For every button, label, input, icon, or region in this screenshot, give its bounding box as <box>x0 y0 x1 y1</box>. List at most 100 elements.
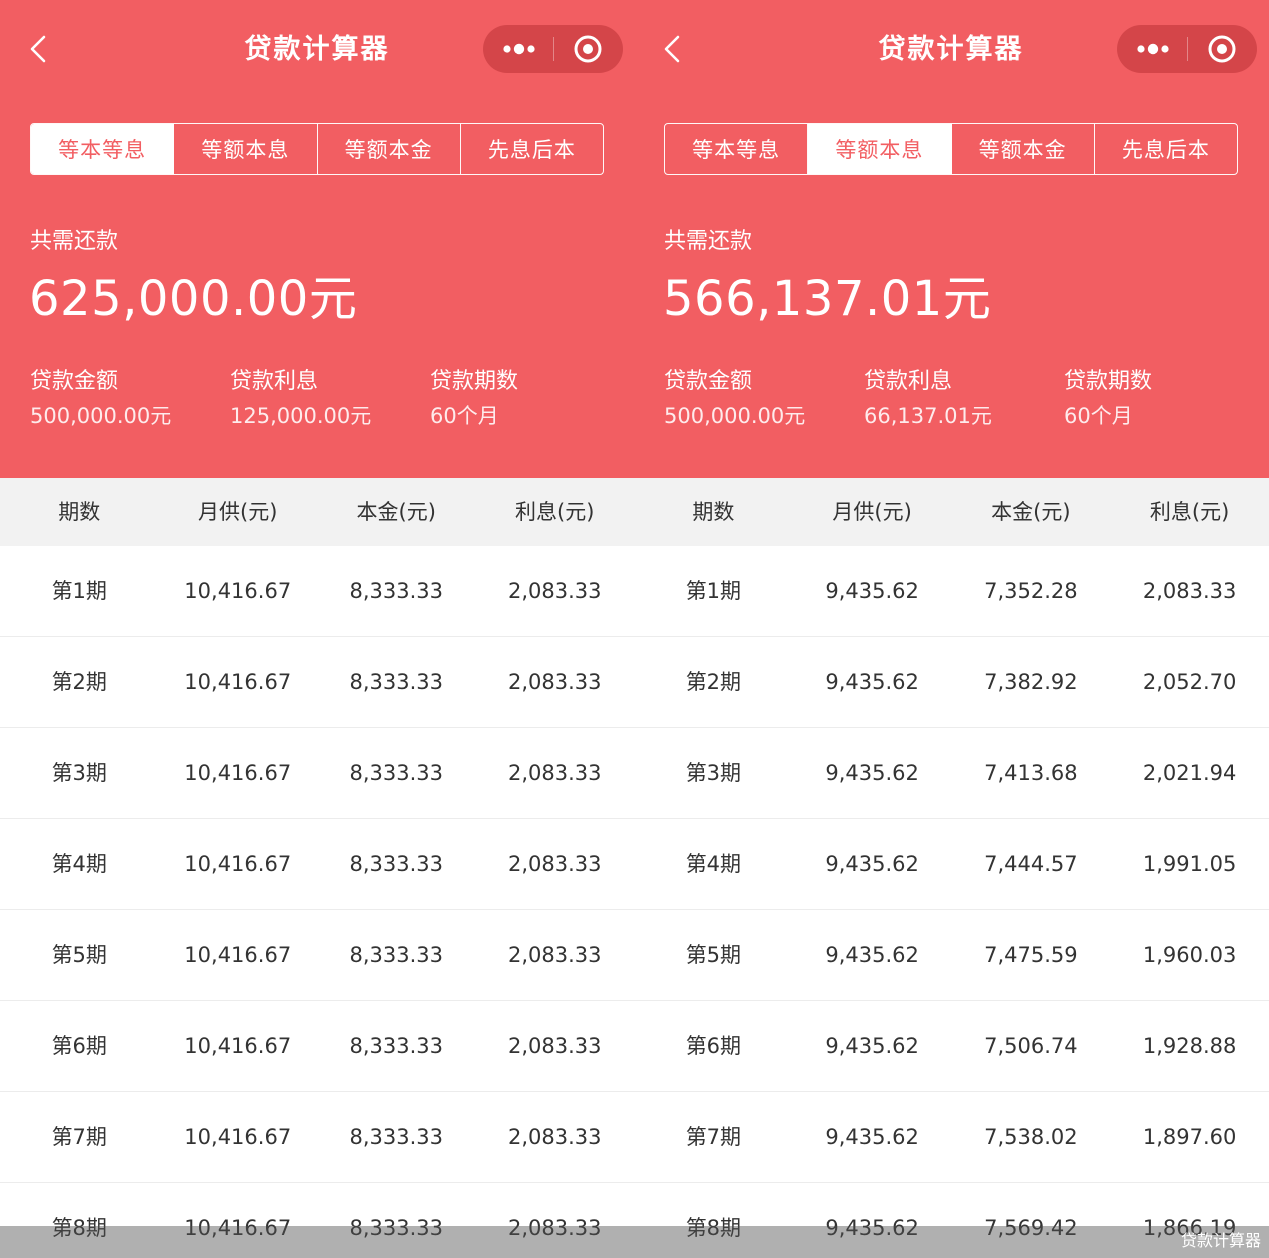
cell-interest: 1,960.03 <box>1142 943 1237 967</box>
loan-amount-label: 贷款金额 <box>30 369 119 394</box>
target-close-icon <box>1208 35 1236 63</box>
cell-period: 第3期 <box>51 761 107 785</box>
watermark-bar <box>0 1226 1269 1258</box>
tab-equal-installment[interactable]: 等额本息 <box>808 124 952 174</box>
cell-interest: 1,991.05 <box>1142 852 1237 876</box>
loan-amount-stat: 贷款金额 500,000.00元 <box>30 366 171 432</box>
summary-header: 贷款计算器 等本等息 <box>634 0 1269 478</box>
watermark-text: 贷款计算器 <box>1180 1231 1261 1250</box>
loan-interest-stat: 贷款利息 125,000.00元 <box>230 366 371 432</box>
mini-program-capsule <box>483 25 623 73</box>
schedule-table-body: 第1期 10,416.67 8,333.33 2,083.33 第2期 10,4… <box>0 546 634 1258</box>
close-button[interactable] <box>1188 25 1257 73</box>
cell-monthly-payment: 9,435.62 <box>825 670 919 694</box>
cell-monthly-payment: 10,416.67 <box>184 1034 292 1058</box>
cell-interest: 2,083.33 <box>507 670 602 694</box>
cell-period: 第6期 <box>685 1034 742 1058</box>
total-repayment-label: 共需还款 <box>664 229 753 254</box>
cell-monthly-payment: 10,416.67 <box>184 852 292 876</box>
cell-interest: 2,021.94 <box>1142 761 1237 785</box>
cell-interest: 2,083.33 <box>1142 579 1237 603</box>
cell-interest: 2,083.33 <box>507 761 602 785</box>
cell-period: 第5期 <box>51 943 107 967</box>
cell-principal: 8,333.33 <box>349 943 443 967</box>
cell-principal: 7,506.74 <box>984 1034 1078 1058</box>
table-row: 第7期 10,416.67 8,333.33 2,083.33 <box>0 1092 634 1183</box>
loan-interest-label: 贷款利息 <box>864 369 953 394</box>
cell-monthly-payment: 9,435.62 <box>825 579 919 603</box>
loan-interest-value: 66,137.01元 <box>864 404 992 428</box>
cell-period: 第3期 <box>685 761 742 785</box>
cell-monthly-payment: 10,416.67 <box>184 943 292 967</box>
cell-monthly-payment: 9,435.62 <box>825 852 919 876</box>
tab-equal-principal[interactable]: 等额本金 <box>318 124 461 174</box>
tab-equal-installment[interactable]: 等额本息 <box>174 124 318 174</box>
loan-term-stat: 贷款期数 60个月 <box>430 366 518 432</box>
cell-interest: 2,083.33 <box>507 943 602 967</box>
repayment-method-tabs: 等本等息 等额本息 等额本金 先息后本 <box>664 123 1238 175</box>
cell-period: 第4期 <box>51 852 107 876</box>
tab-equal-principal-interest[interactable]: 等本等息 <box>31 124 175 174</box>
table-row: 第5期 9,435.62 7,475.59 1,960.03 <box>634 910 1269 1001</box>
cell-interest: 2,083.33 <box>507 852 602 876</box>
loan-amount-value: 500,000.00元 <box>30 404 172 428</box>
loan-term-value: 60个月 <box>1064 404 1133 428</box>
repayment-method-tabs: 等本等息 等额本息 等额本金 先息后本 <box>30 123 604 175</box>
tab-interest-first[interactable]: 先息后本 <box>461 124 603 174</box>
cell-interest: 2,052.70 <box>1142 670 1237 694</box>
close-button[interactable] <box>554 25 623 73</box>
cell-period: 第7期 <box>51 1125 107 1149</box>
cell-period: 第7期 <box>685 1125 742 1149</box>
tab-interest-first[interactable]: 先息后本 <box>1095 124 1237 174</box>
loan-interest-label: 贷款利息 <box>230 369 319 394</box>
table-row: 第4期 9,435.62 7,444.57 1,991.05 <box>634 819 1269 910</box>
tab-equal-principal[interactable]: 等额本金 <box>952 124 1095 174</box>
target-close-icon <box>574 35 602 63</box>
cell-monthly-payment: 9,435.62 <box>825 943 919 967</box>
cell-interest: 2,083.33 <box>507 579 602 603</box>
cell-interest: 2,083.33 <box>507 1034 602 1058</box>
column-header-principal: 本金(元) <box>991 500 1071 524</box>
table-row: 第1期 10,416.67 8,333.33 2,083.33 <box>0 546 634 637</box>
cell-principal: 7,352.28 <box>984 579 1078 603</box>
cell-principal: 8,333.33 <box>349 761 443 785</box>
more-button[interactable] <box>483 25 553 73</box>
cell-period: 第6期 <box>51 1034 107 1058</box>
tab-equal-principal-interest[interactable]: 等本等息 <box>665 124 809 174</box>
cell-monthly-payment: 9,435.62 <box>825 1034 919 1058</box>
more-button[interactable] <box>1117 25 1187 73</box>
calculator-panel: 贷款计算器 等本等息 <box>0 0 634 1258</box>
cell-interest: 1,928.88 <box>1142 1034 1237 1058</box>
cell-principal: 8,333.33 <box>349 579 443 603</box>
column-header-principal: 本金(元) <box>356 500 436 524</box>
column-header-period: 期数 <box>58 500 101 524</box>
loan-term-value: 60个月 <box>430 404 499 428</box>
mini-program-capsule <box>1117 25 1257 73</box>
total-repayment-label: 共需还款 <box>30 229 119 254</box>
total-repayment-amount: 625,000.00元 <box>29 271 358 327</box>
cell-principal: 7,444.57 <box>984 852 1078 876</box>
cell-principal: 7,475.59 <box>984 943 1078 967</box>
loan-amount-label: 贷款金额 <box>664 369 753 394</box>
cell-interest: 2,083.33 <box>507 1125 602 1149</box>
loan-amount-stat: 贷款金额 500,000.00元 <box>664 366 805 432</box>
table-row: 第7期 9,435.62 7,538.02 1,897.60 <box>634 1092 1269 1183</box>
cell-monthly-payment: 10,416.67 <box>184 579 292 603</box>
cell-period: 第4期 <box>685 852 742 876</box>
loan-term-label: 贷款期数 <box>430 369 519 394</box>
column-header-monthly-payment: 月供(元) <box>198 500 278 524</box>
summary-header: 贷款计算器 等本等息 <box>0 0 634 478</box>
cell-principal: 7,413.68 <box>984 761 1078 785</box>
cell-principal: 8,333.33 <box>349 1034 443 1058</box>
calculator-panel: 贷款计算器 等本等息 <box>634 0 1269 1258</box>
table-row: 第4期 10,416.67 8,333.33 2,083.33 <box>0 819 634 910</box>
cell-period: 第1期 <box>51 579 107 603</box>
schedule-table-body: 第1期 9,435.62 7,352.28 2,083.33 第2期 9,435… <box>634 546 1269 1258</box>
loan-amount-value: 500,000.00元 <box>664 404 806 428</box>
table-row: 第3期 10,416.67 8,333.33 2,083.33 <box>0 728 634 819</box>
table-row: 第5期 10,416.67 8,333.33 2,083.33 <box>0 910 634 1001</box>
cell-principal: 8,333.33 <box>349 1125 443 1149</box>
table-row: 第2期 9,435.62 7,382.92 2,052.70 <box>634 637 1269 728</box>
cell-principal: 8,333.33 <box>349 852 443 876</box>
cell-principal: 7,538.02 <box>984 1125 1078 1149</box>
